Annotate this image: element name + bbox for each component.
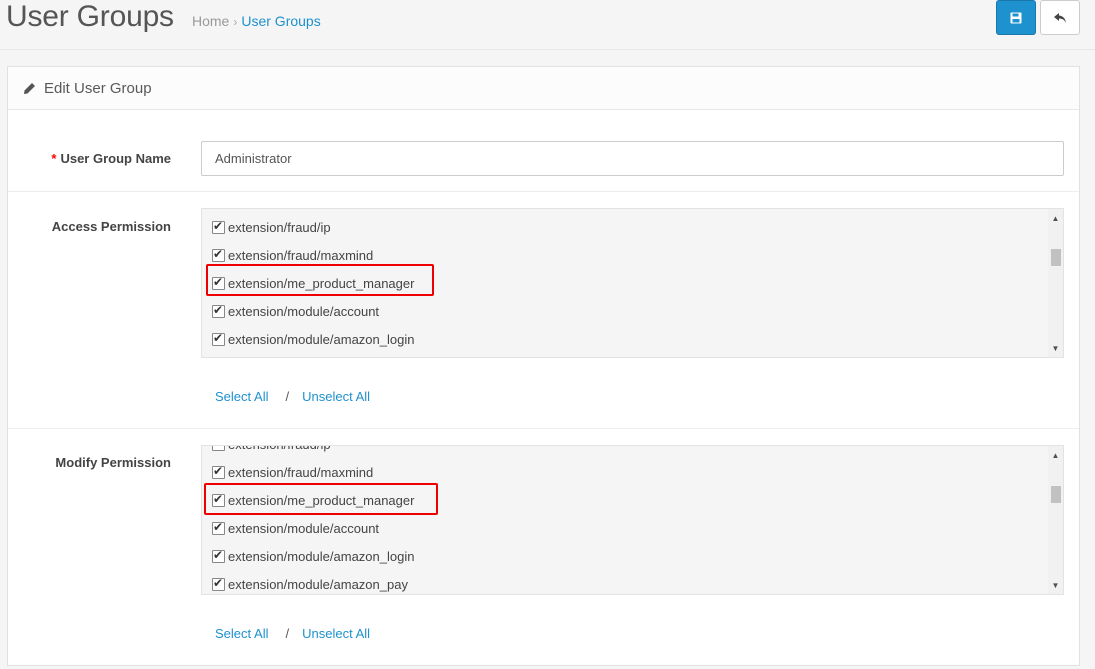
modify-select-links: Select All / Unselect All (215, 626, 371, 641)
permission-label: extension/fraud/maxmind (228, 247, 374, 263)
scroll-up-icon[interactable]: ▲ (1048, 211, 1063, 225)
permission-item[interactable]: extension/module/amazon_pay (212, 570, 1032, 594)
permission-label: extension/module/amazon_pay (228, 576, 408, 592)
permission-label: extension/module/amazon_login (228, 331, 415, 347)
pencil-icon (24, 82, 35, 94)
user-group-name-row: * User Group Name (8, 110, 1079, 192)
breadcrumb-user-groups[interactable]: User Groups (241, 13, 320, 29)
access-unselect-all-link[interactable]: Unselect All (302, 389, 370, 404)
highlight-box (206, 264, 434, 296)
permission-checkbox[interactable] (212, 331, 225, 346)
permission-checkbox[interactable] (212, 247, 225, 262)
save-button[interactable] (996, 0, 1036, 35)
scroll-down-icon[interactable]: ▼ (1048, 341, 1063, 355)
required-asterisk: * (51, 151, 57, 166)
permission-item[interactable]: extension/fraud/maxmind (212, 458, 1032, 486)
access-scrollbar[interactable]: ▲ ▼ (1048, 209, 1063, 357)
modify-permission-list[interactable]: extension/fraud/ip extension/fraud/maxmin… (201, 445, 1064, 595)
modify-scrollbar[interactable]: ▲ ▼ (1048, 446, 1063, 594)
modify-permission-row: Modify Permission extension/fraud/ipexte… (8, 429, 1079, 669)
floppy-disk-icon (1010, 12, 1022, 23)
page-header: User Groups Home › User Groups (0, 0, 1095, 50)
permission-checkbox[interactable] (212, 464, 225, 479)
permission-checkbox[interactable] (212, 219, 225, 234)
breadcrumb-separator-icon: › (233, 15, 238, 29)
scroll-thumb[interactable] (1051, 486, 1061, 503)
permission-label: extension/fraud/maxmind (228, 464, 374, 480)
edit-user-group-panel: Edit User Group *User Group Name Access … (7, 66, 1080, 666)
scroll-up-icon[interactable]: ▲ (1048, 448, 1063, 462)
modify-permission-items: extension/fraud/ip extension/fraud/maxmin… (212, 446, 1032, 594)
permission-label: extension/module/account (228, 520, 380, 536)
permission-label: extension/module/amazon_login (228, 548, 415, 564)
access-permission-label: Access Permission (51, 219, 171, 234)
permission-checkbox[interactable] (212, 520, 225, 535)
permission-item[interactable]: extension/module/amazon_login (212, 325, 1032, 353)
permission-checkbox[interactable] (212, 303, 225, 318)
page-title: User Groups (6, 0, 174, 33)
permission-label: extension/fraud/ip (228, 446, 331, 452)
reply-arrow-icon (1054, 12, 1066, 23)
modify-unselect-all-link[interactable]: Unselect All (302, 626, 370, 641)
user-group-name-label: * User Group Name (51, 151, 171, 166)
access-permission-row: Access Permission extension/fraud/ip exte… (8, 192, 1079, 429)
breadcrumb: Home › User Groups (192, 13, 321, 29)
permission-item[interactable]: extension/fraud/ip (212, 213, 1032, 241)
permission-checkbox[interactable] (212, 446, 225, 451)
permission-item[interactable]: extension/module/account (212, 514, 1032, 542)
permission-item[interactable]: extension/fraud/ip (212, 446, 1032, 458)
scroll-down-icon[interactable]: ▼ (1048, 578, 1063, 592)
permission-label: extension/module/account (228, 303, 380, 319)
panel-title: Edit User Group (44, 79, 152, 97)
modify-select-all-link[interactable]: Select All (215, 626, 268, 641)
permission-checkbox[interactable] (212, 548, 225, 563)
back-button[interactable] (1040, 0, 1080, 35)
permission-checkbox[interactable] (212, 576, 225, 591)
user-group-name-input[interactable] (201, 141, 1064, 176)
breadcrumb-home[interactable]: Home (192, 13, 229, 29)
modify-permission-label: Modify Permission (55, 455, 171, 470)
access-select-all-link[interactable]: Select All (215, 389, 268, 404)
permission-item[interactable]: extension/module/account (212, 297, 1032, 325)
highlight-box (204, 483, 438, 515)
permission-item[interactable]: extension/module/amazon_login (212, 542, 1032, 570)
permission-label: extension/fraud/ip (228, 219, 331, 235)
panel-heading: Edit User Group (8, 67, 1079, 110)
access-select-links: Select All / Unselect All (215, 389, 371, 404)
scroll-thumb[interactable] (1051, 249, 1061, 266)
